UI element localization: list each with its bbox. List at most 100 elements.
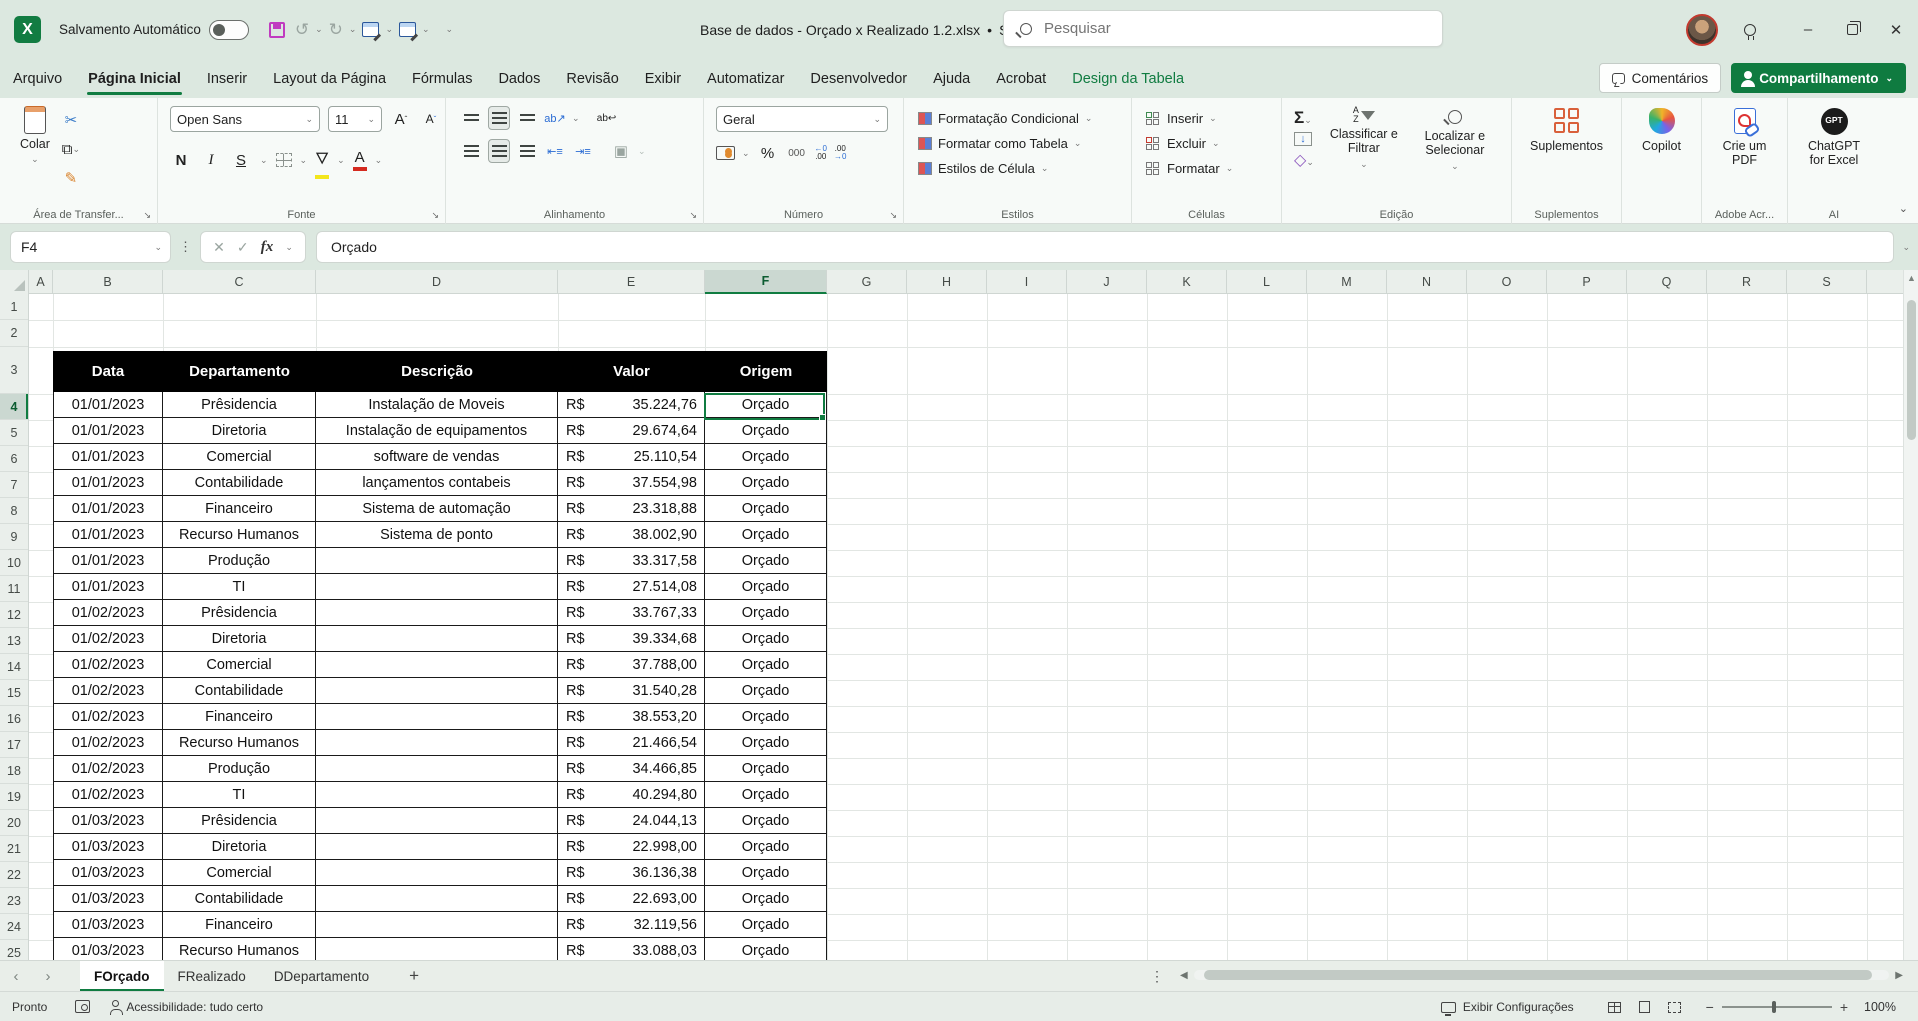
align-bottom-button[interactable] bbox=[516, 106, 538, 130]
cell-departamento[interactable]: Comercial bbox=[163, 652, 316, 678]
cell-departamento[interactable]: Financeiro bbox=[163, 496, 316, 522]
chatgpt-button[interactable]: GPT ChatGPT for Excel bbox=[1801, 106, 1867, 168]
sort-filter-button[interactable]: AZ Classificar e Filtrar ⌄ bbox=[1326, 106, 1402, 171]
cell-origem[interactable]: Orçado bbox=[705, 756, 827, 782]
cell-descrição[interactable] bbox=[316, 860, 558, 886]
undo-icon[interactable]: ↺ bbox=[295, 20, 309, 40]
column-header-F[interactable]: F bbox=[705, 270, 827, 294]
cell-descrição[interactable]: Sistema de ponto bbox=[316, 522, 558, 548]
column-header-H[interactable]: H bbox=[907, 270, 987, 294]
row-header-10[interactable]: 10 bbox=[0, 550, 28, 576]
comma-style-button[interactable]: 000 bbox=[786, 141, 808, 165]
cell-origem[interactable]: Orçado bbox=[705, 730, 827, 756]
table-row[interactable]: 01/02/2023FinanceiroR$38.553,20Orçado bbox=[53, 704, 827, 730]
row-header-12[interactable]: 12 bbox=[0, 602, 28, 628]
merge-center-button[interactable]: ▣ bbox=[610, 139, 632, 163]
row-header-23[interactable]: 23 bbox=[0, 888, 28, 914]
cell-departamento[interactable]: Prêsidencia bbox=[163, 600, 316, 626]
italic-button[interactable]: I bbox=[200, 148, 222, 172]
row-header-18[interactable]: 18 bbox=[0, 758, 28, 784]
cell-descrição[interactable] bbox=[316, 574, 558, 600]
cell-origem[interactable]: Orçado bbox=[705, 704, 827, 730]
row-header-15[interactable]: 15 bbox=[0, 680, 28, 706]
ribbon-tab-design-da-tabela[interactable]: Design da Tabela bbox=[1059, 59, 1197, 98]
normal-view-button[interactable] bbox=[1602, 996, 1628, 1018]
vertical-scroll-thumb[interactable] bbox=[1907, 300, 1916, 440]
cells-item-inserir[interactable]: Inserir⌄ bbox=[1146, 106, 1281, 131]
cell-descrição[interactable]: Sistema de automação bbox=[316, 496, 558, 522]
cell-valor[interactable]: R$38.553,20 bbox=[558, 704, 705, 730]
cells-item-excluir[interactable]: Excluir⌄ bbox=[1146, 131, 1281, 156]
cell-descrição[interactable] bbox=[316, 652, 558, 678]
cell-departamento[interactable]: Produção bbox=[163, 548, 316, 574]
cell-departamento[interactable]: Contabilidade bbox=[163, 470, 316, 496]
zoom-slider[interactable]: − + bbox=[1706, 999, 1848, 1015]
column-header-N[interactable]: N bbox=[1387, 270, 1467, 294]
scroll-right-icon[interactable]: ▶ bbox=[1889, 970, 1903, 981]
comments-button[interactable]: Comentários bbox=[1599, 63, 1722, 93]
font-color-chevron-icon[interactable]: ⌄ bbox=[375, 155, 383, 166]
ribbon-tab-f-rmulas[interactable]: Fórmulas bbox=[399, 59, 485, 98]
lightbulb-icon[interactable] bbox=[1744, 24, 1756, 36]
table-row[interactable]: 01/02/2023PrêsidenciaR$33.767,33Orçado bbox=[53, 600, 827, 626]
cell-origem[interactable]: Orçado bbox=[705, 912, 827, 938]
row-header-16[interactable]: 16 bbox=[0, 706, 28, 732]
column-header-E[interactable]: E bbox=[558, 270, 705, 294]
cell-departamento[interactable]: Recurso Humanos bbox=[163, 522, 316, 548]
row-header-20[interactable]: 20 bbox=[0, 810, 28, 836]
insert-function-icon[interactable]: fx bbox=[261, 239, 274, 256]
cell-valor[interactable]: R$22.998,00 bbox=[558, 834, 705, 860]
borders-chevron-icon[interactable]: ⌄ bbox=[300, 155, 308, 166]
styles-item-2[interactable]: Estilos de Célula⌄ bbox=[918, 156, 1131, 181]
quick-access-edit-table-icon-2[interactable] bbox=[399, 22, 416, 37]
copy-button[interactable]: ⧉⌄ bbox=[60, 137, 82, 161]
cell-descrição[interactable] bbox=[316, 756, 558, 782]
cell-valor[interactable]: R$33.088,03 bbox=[558, 938, 705, 960]
font-color-icon[interactable]: A bbox=[353, 149, 367, 171]
user-avatar[interactable] bbox=[1686, 14, 1718, 46]
table-row[interactable]: 01/02/2023ProduçãoR$34.466,85Orçado bbox=[53, 756, 827, 782]
minimize-button[interactable]: – bbox=[1786, 0, 1830, 59]
cell-valor[interactable]: R$32.119,56 bbox=[558, 912, 705, 938]
cell-descrição[interactable] bbox=[316, 834, 558, 860]
row-header-14[interactable]: 14 bbox=[0, 654, 28, 680]
row-header-3[interactable]: 3 bbox=[0, 347, 28, 394]
tabbar-more-icon[interactable]: ⋮ bbox=[1150, 968, 1164, 985]
cell-data[interactable]: 01/02/2023 bbox=[53, 626, 163, 652]
add-sheet-button[interactable]: + bbox=[409, 966, 419, 986]
cell-data[interactable]: 01/01/2023 bbox=[53, 496, 163, 522]
cell-data[interactable]: 01/03/2023 bbox=[53, 860, 163, 886]
cell-origem[interactable]: Orçado bbox=[705, 548, 827, 574]
table-row[interactable]: 01/03/2023Recurso HumanosR$33.088,03Orça… bbox=[53, 938, 827, 960]
align-center-button[interactable] bbox=[488, 139, 510, 163]
cell-descrição[interactable]: lançamentos contabeis bbox=[316, 470, 558, 496]
increase-indent-button[interactable]: ⇥≡ bbox=[572, 139, 594, 163]
ribbon-tab-ajuda[interactable]: Ajuda bbox=[920, 59, 983, 98]
column-header-Q[interactable]: Q bbox=[1627, 270, 1707, 294]
vertical-scrollbar[interactable]: ▲ bbox=[1903, 270, 1918, 960]
row-header-6[interactable]: 6 bbox=[0, 446, 28, 472]
cell-data[interactable]: 01/03/2023 bbox=[53, 808, 163, 834]
confirm-entry-icon[interactable]: ✓ bbox=[237, 239, 249, 256]
cell-origem[interactable]: Orçado bbox=[705, 652, 827, 678]
column-header-I[interactable]: I bbox=[987, 270, 1067, 294]
cell-valor[interactable]: R$21.466,54 bbox=[558, 730, 705, 756]
table-row[interactable]: 01/03/2023DiretoriaR$22.998,00Orçado bbox=[53, 834, 827, 860]
cell-departamento[interactable]: Produção bbox=[163, 756, 316, 782]
zoom-level[interactable]: 100% bbox=[1864, 1000, 1896, 1014]
increase-decimal-button[interactable]: ←0.00 bbox=[815, 145, 827, 161]
cell-origem[interactable]: Orçado bbox=[705, 938, 827, 960]
table-row[interactable]: 01/03/2023ContabilidadeR$22.693,00Orçado bbox=[53, 886, 827, 912]
page-layout-view-button[interactable] bbox=[1632, 996, 1658, 1018]
table-row[interactable]: 01/01/2023TIR$27.514,08Orçado bbox=[53, 574, 827, 600]
cell-valor[interactable]: R$25.110,54 bbox=[558, 444, 705, 470]
column-header-P[interactable]: P bbox=[1547, 270, 1627, 294]
borders-icon[interactable] bbox=[276, 153, 292, 167]
cell-origem[interactable]: Orçado bbox=[705, 470, 827, 496]
autosum-button[interactable]: Σ⌄ bbox=[1294, 108, 1314, 128]
cell-data[interactable]: 01/02/2023 bbox=[53, 678, 163, 704]
row-header-17[interactable]: 17 bbox=[0, 732, 28, 758]
cancel-entry-icon[interactable]: ✕ bbox=[213, 239, 225, 256]
ribbon-tab-exibir[interactable]: Exibir bbox=[632, 59, 694, 98]
qat-overflow-icon[interactable]: ⌄ bbox=[446, 24, 454, 35]
